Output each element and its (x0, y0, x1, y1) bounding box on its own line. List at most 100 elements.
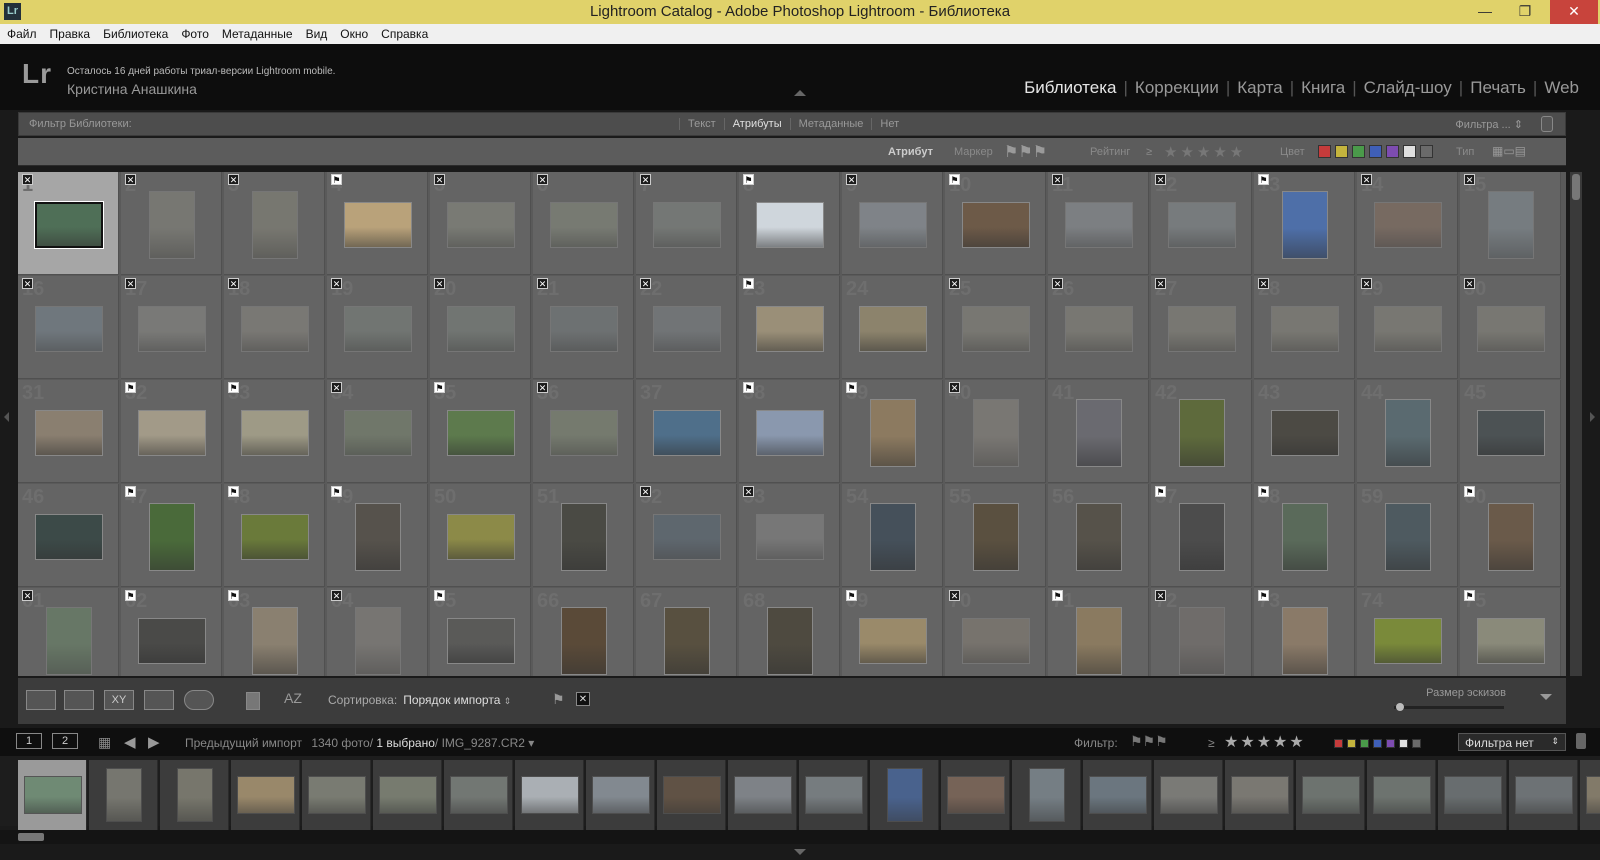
pick-flag-icon[interactable]: ⚑ (125, 590, 136, 601)
reject-flag-icon[interactable]: ✕ (228, 174, 239, 185)
grid-cell[interactable]: 4 ⚑ (327, 172, 428, 275)
minimize-button[interactable]: — (1466, 0, 1504, 24)
thumbnail-image[interactable] (1270, 306, 1339, 352)
filmstrip-thumbnail[interactable] (1159, 776, 1218, 814)
screen1-button[interactable]: 1 (16, 733, 42, 749)
filmstrip-thumbnail[interactable] (449, 776, 508, 814)
filmstrip-cell[interactable] (160, 760, 229, 830)
collapse-bottom-panel-icon[interactable] (794, 849, 806, 855)
thumbnail-image[interactable] (343, 202, 412, 248)
compare-view-icon[interactable]: XY (104, 690, 134, 710)
pick-flag-icon[interactable]: ⚑ (1464, 590, 1475, 601)
survey-view-icon[interactable] (144, 690, 174, 710)
grid-cell[interactable]: 73 ⚑ (1254, 588, 1355, 676)
reject-flag-icon[interactable]: ✕ (949, 590, 960, 601)
grid-cell[interactable]: 57 ⚑ (1151, 484, 1252, 587)
grid-cell[interactable]: 32 ⚑ (121, 380, 222, 483)
grid-scrollbar[interactable] (1570, 172, 1582, 676)
forward-arrow-icon[interactable]: ▶ (148, 733, 160, 751)
pick-flag-icon[interactable]: ⚑ (125, 382, 136, 393)
reject-flag-icon[interactable]: ✕ (1361, 174, 1372, 185)
thumbnail-image[interactable] (446, 306, 515, 352)
filmstrip-thumbnail[interactable] (1514, 776, 1573, 814)
filmstrip-cell[interactable] (515, 760, 584, 830)
kind-filter-icons[interactable]: ▦▭▤ (1492, 144, 1526, 158)
filmstrip-cell[interactable] (231, 760, 300, 830)
grid-cell[interactable]: 17 ✕ (121, 276, 222, 379)
pick-flag-icon[interactable]: ⚑ (552, 691, 565, 708)
reject-flag-icon[interactable]: ✕ (576, 692, 590, 706)
maximize-button[interactable]: ❐ (1506, 0, 1544, 24)
pick-flag-icon[interactable]: ⚑ (228, 486, 239, 497)
thumbnail-image[interactable] (961, 618, 1030, 664)
filmstrip-cell[interactable] (728, 760, 797, 830)
thumbnail-image[interactable] (858, 306, 927, 352)
menu-window[interactable]: Окно (333, 24, 374, 41)
grid-cell[interactable]: 70 ✕ (945, 588, 1046, 676)
grid-cell[interactable]: 37 (636, 380, 737, 483)
color-chip[interactable] (1360, 739, 1369, 748)
thumbnail-image[interactable] (251, 191, 298, 259)
reject-flag-icon[interactable]: ✕ (640, 486, 651, 497)
reject-flag-icon[interactable]: ✕ (228, 278, 239, 289)
reject-flag-icon[interactable]: ✕ (1155, 590, 1166, 601)
thumbnail-image[interactable] (240, 306, 309, 352)
grid-view-icon[interactable] (26, 690, 56, 710)
reject-flag-icon[interactable]: ✕ (949, 278, 960, 289)
grid-scrollbar-thumb[interactable] (1572, 174, 1580, 200)
filmstrip-cell[interactable] (18, 760, 87, 830)
reject-flag-icon[interactable]: ✕ (22, 590, 33, 601)
color-chip[interactable] (1347, 739, 1356, 748)
pick-flag-icon[interactable]: ⚑ (1258, 486, 1269, 497)
thumbnail-image[interactable] (858, 618, 927, 664)
module-slideshow[interactable]: Слайд-шоу (1357, 78, 1459, 97)
grid-cell[interactable]: 35 ⚑ (430, 380, 531, 483)
grid-cell[interactable]: 59 (1357, 484, 1458, 587)
thumbnail-image[interactable] (1281, 191, 1328, 259)
filmstrip-thumbnail[interactable] (733, 776, 792, 814)
filmstrip-thumbnail[interactable] (236, 776, 295, 814)
color-chip[interactable] (1369, 145, 1382, 158)
thumbnail-image[interactable] (137, 306, 206, 352)
grid-cell[interactable]: 8 ⚑ (739, 172, 840, 275)
filmstrip-thumbnail[interactable] (1443, 776, 1502, 814)
grid-cell[interactable]: 30 ✕ (1460, 276, 1561, 379)
reject-flag-icon[interactable]: ✕ (1052, 174, 1063, 185)
grid-cell[interactable]: 49 ⚑ (327, 484, 428, 587)
thumbnail-image[interactable] (1167, 202, 1236, 248)
filmstrip-thumbnail[interactable] (520, 776, 579, 814)
thumbnail-image[interactable] (137, 618, 206, 664)
thumbnail-image[interactable] (652, 202, 721, 248)
pick-flag-icon[interactable]: ⚑ (434, 590, 445, 601)
filmstrip-cell[interactable] (1438, 760, 1507, 830)
thumbnail-image[interactable] (755, 514, 824, 560)
grid-cell[interactable]: 29 ✕ (1357, 276, 1458, 379)
color-chip[interactable] (1386, 739, 1395, 748)
thumbnail-image[interactable] (33, 201, 104, 249)
grid-cell[interactable]: 31 (18, 380, 119, 483)
grid-cell[interactable]: 3 ✕ (224, 172, 325, 275)
menu-photo[interactable]: Фото (174, 24, 215, 41)
grid-cell[interactable]: 55 (945, 484, 1046, 587)
thumbnail-image[interactable] (240, 514, 309, 560)
reject-flag-icon[interactable]: ✕ (1464, 278, 1475, 289)
thumbnail-image[interactable] (446, 618, 515, 664)
grid-cell[interactable]: 22 ✕ (636, 276, 737, 379)
grid-cell[interactable]: 5 ✕ (430, 172, 531, 275)
reject-flag-icon[interactable]: ✕ (434, 174, 445, 185)
thumbnail-image[interactable] (446, 410, 515, 456)
pick-flag-icon[interactable]: ⚑ (125, 486, 136, 497)
filmstrip-rating-stars[interactable]: ★★★★★ (1224, 732, 1306, 752)
grid-cell[interactable]: 1 ✕ (18, 172, 119, 275)
grid-cell[interactable]: 46 (18, 484, 119, 587)
reject-flag-icon[interactable]: ✕ (743, 486, 754, 497)
thumbnail-image[interactable] (1075, 503, 1122, 571)
grid-cell[interactable]: 36 ✕ (533, 380, 634, 483)
grid-icon[interactable]: ▦ (98, 734, 111, 751)
grid-cell[interactable]: 24 (842, 276, 943, 379)
thumbnail-image[interactable] (34, 514, 103, 560)
grid-cell[interactable]: 62 ⚑ (121, 588, 222, 676)
thumbnail-image[interactable] (755, 306, 824, 352)
filmstrip-color-chips[interactable] (1334, 737, 1425, 751)
filmstrip-cell[interactable] (444, 760, 513, 830)
